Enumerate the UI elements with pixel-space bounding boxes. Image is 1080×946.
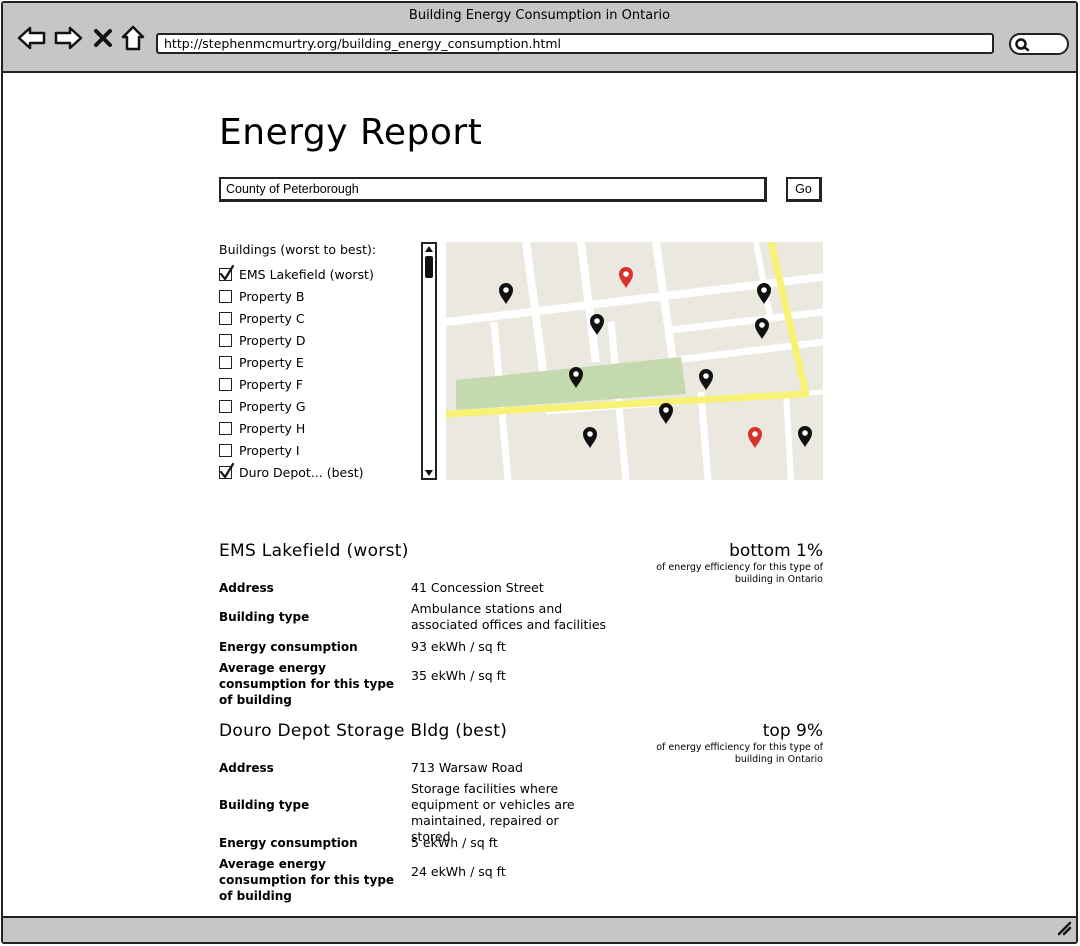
- building-list-item[interactable]: Property H: [219, 417, 374, 439]
- checkmark-icon: [219, 264, 235, 280]
- address-value: 713 Warsaw Road: [411, 760, 523, 775]
- address-label: Address: [219, 581, 274, 595]
- checkbox[interactable]: [219, 443, 232, 457]
- go-button[interactable]: Go: [786, 177, 822, 202]
- building-list-item[interactable]: EMS Lakefield (worst): [219, 263, 374, 285]
- building-list-item[interactable]: Duro Depot... (best): [219, 461, 374, 483]
- building-list-item[interactable]: Property G: [219, 395, 374, 417]
- building-list-label: Property B: [239, 288, 305, 304]
- checkmark-icon: [219, 462, 235, 478]
- building-list: EMS Lakefield (worst) Property B Property …: [219, 263, 374, 483]
- efficiency-rank-caption: of energy efficiency for this type of bu…: [656, 562, 823, 585]
- building-list-heading: Buildings (worst to best):: [219, 242, 377, 257]
- scroll-down-icon[interactable]: [424, 469, 434, 477]
- checkbox[interactable]: [219, 421, 232, 435]
- checkbox[interactable]: [219, 333, 232, 347]
- energy-consumption-label: Energy consumption: [219, 836, 358, 850]
- checkbox-checked[interactable]: [219, 462, 235, 479]
- building-list-item[interactable]: Property F: [219, 373, 374, 395]
- building-list-item[interactable]: Property D: [219, 329, 374, 351]
- checkbox[interactable]: [219, 289, 232, 303]
- energy-consumption-value: 93 ekWh / sq ft: [411, 639, 506, 654]
- building-list-label: Property I: [239, 442, 300, 458]
- page-title: Energy Report: [219, 112, 483, 153]
- efficiency-rank: bottom 1%: [729, 541, 823, 561]
- building-list-item[interactable]: Property C: [219, 307, 374, 329]
- scroll-thumb[interactable]: [425, 256, 433, 278]
- scroll-up-icon[interactable]: [424, 245, 434, 253]
- building-list-label: Property D: [239, 332, 306, 348]
- building-list-label: Duro Depot... (best): [239, 464, 364, 480]
- building-list-label: EMS Lakefield (worst): [239, 266, 374, 282]
- checkbox[interactable]: [219, 311, 232, 325]
- building-list-label: Property G: [239, 398, 306, 414]
- average-consumption-value: 35 ekWh / sq ft: [411, 668, 506, 683]
- building-type-value: Ambulance stations and associated office…: [411, 601, 607, 632]
- efficiency-rank: top 9%: [762, 721, 823, 741]
- buildings-map[interactable]: [446, 242, 823, 480]
- checkbox-checked[interactable]: [219, 264, 235, 281]
- address-label: Address: [219, 761, 274, 775]
- building-list-item[interactable]: Property B: [219, 285, 374, 307]
- efficiency-rank-caption: of energy efficiency for this type of bu…: [656, 742, 823, 765]
- checkbox[interactable]: [219, 355, 232, 369]
- address-value: 41 Concession Street: [411, 580, 544, 595]
- building-list-label: Property C: [239, 310, 305, 326]
- building-type-label: Building type: [219, 610, 310, 624]
- checkbox[interactable]: [219, 377, 232, 391]
- page-content: Energy Report Go Buildings (worst to bes…: [0, 0, 1080, 946]
- building-list-label: Property E: [239, 354, 304, 370]
- average-consumption-label: Average energy consumption for this type…: [219, 661, 395, 707]
- energy-consumption-label: Energy consumption: [219, 640, 358, 654]
- average-consumption-label: Average energy consumption for this type…: [219, 857, 395, 903]
- checkbox[interactable]: [219, 399, 232, 413]
- building-report-best: Douro Depot Storage Bldg (best) top 9% o…: [219, 721, 823, 903]
- building-list-item[interactable]: Property E: [219, 351, 374, 373]
- building-type-label: Building type: [219, 798, 310, 812]
- report-building-name: Douro Depot Storage Bldg (best): [219, 721, 508, 741]
- building-report-worst: EMS Lakefield (worst) bottom 1% of energ…: [219, 541, 823, 707]
- average-consumption-value: 24 ekWh / sq ft: [411, 864, 506, 879]
- building-list-item[interactable]: Property I: [219, 439, 374, 461]
- building-list-scrollbar[interactable]: [421, 242, 437, 480]
- location-search-input[interactable]: [219, 177, 767, 202]
- building-list-label: Property F: [239, 376, 304, 392]
- energy-consumption-value: 5 ekWh / sq ft: [411, 835, 498, 850]
- building-list-label: Property H: [239, 420, 306, 436]
- report-building-name: EMS Lakefield (worst): [219, 541, 409, 561]
